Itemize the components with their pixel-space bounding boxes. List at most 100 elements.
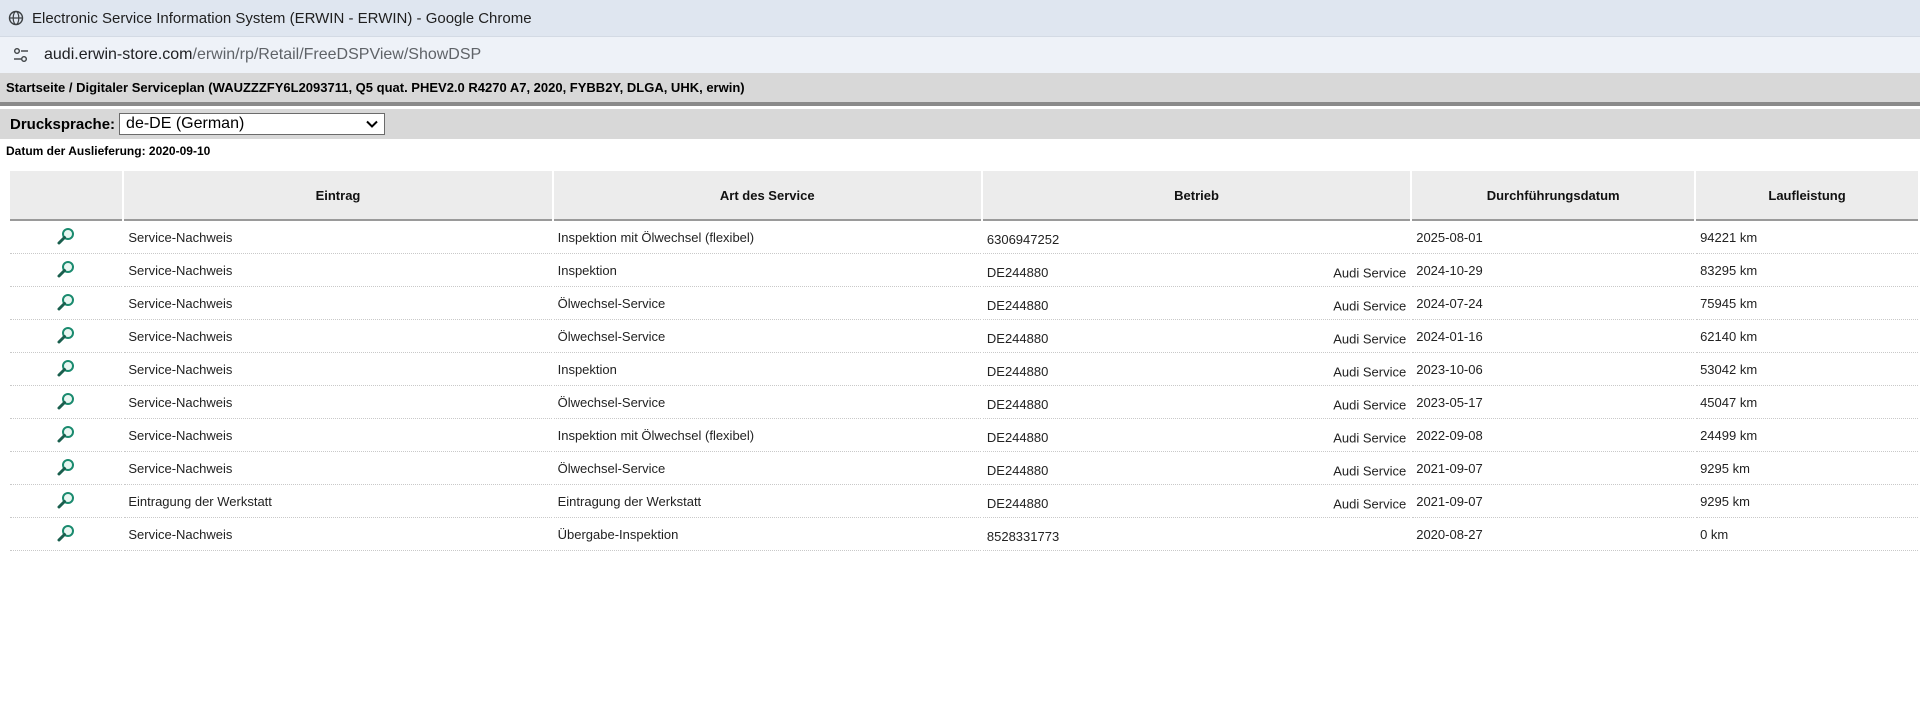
workshop-cell: DE244880 Audi Service	[982, 485, 1411, 518]
details-cell	[10, 485, 123, 518]
service-type-cell: Inspektion	[553, 353, 981, 386]
magnifier-icon[interactable]	[56, 292, 76, 312]
mileage-text: 75945 km	[1700, 295, 1758, 311]
entry-cell: Service-Nachweis	[124, 353, 552, 386]
address-bar[interactable]: audi.erwin-store.com/erwin/rp/Retail/Fre…	[0, 37, 1920, 73]
service-type-cell: Ölwechsel-Service	[553, 320, 981, 353]
workshop-name: Audi Service	[1333, 298, 1407, 314]
workshop-name: Audi Service	[1333, 364, 1407, 380]
table-row: Service-Nachweis Übergabe-Inspektion 852…	[10, 518, 1918, 551]
table-header-row: Eintrag Art des Service Betrieb Durchfüh…	[10, 171, 1918, 221]
workshop-name: Audi Service	[1333, 265, 1407, 281]
service-type-cell: Ölwechsel-Service	[553, 386, 981, 419]
service-type-text: Inspektion mit Ölwechsel (flexibel)	[557, 427, 755, 443]
date-text: 2021-09-07	[1416, 460, 1483, 476]
magnifier-icon[interactable]	[56, 523, 76, 543]
entry-text: Service-Nachweis	[128, 394, 233, 410]
mileage-text: 0 km	[1700, 526, 1729, 542]
workshop-cell: 6306947252	[982, 221, 1411, 254]
entry-cell: Service-Nachweis	[124, 386, 552, 419]
workshop-cell: DE244880 Audi Service	[982, 353, 1411, 386]
date-cell: 2022-09-08	[1412, 419, 1695, 452]
workshop-name: Audi Service	[1333, 496, 1407, 512]
mileage-cell: 24499 km	[1696, 419, 1918, 452]
mileage-cell: 53042 km	[1696, 353, 1918, 386]
magnifier-icon[interactable]	[56, 325, 76, 345]
entry-text: Service-Nachweis	[128, 427, 233, 443]
workshop-cell: DE244880 Audi Service	[982, 287, 1411, 320]
mileage-text: 53042 km	[1700, 361, 1758, 377]
magnifier-icon[interactable]	[56, 358, 76, 378]
header-entry[interactable]: Eintrag	[124, 171, 552, 221]
header-mileage[interactable]: Laufleistung	[1696, 171, 1918, 221]
workshop-code: DE244880	[986, 462, 1049, 478]
service-type-cell: Ölwechsel-Service	[553, 452, 981, 485]
mileage-text: 94221 km	[1700, 229, 1758, 245]
service-type-text: Ölwechsel-Service	[557, 295, 666, 311]
entry-cell: Service-Nachweis	[124, 452, 552, 485]
header-service-type[interactable]: Art des Service	[553, 171, 981, 221]
magnifier-icon[interactable]	[56, 391, 76, 411]
language-label: Drucksprache:	[10, 115, 116, 133]
url-host[interactable]: audi.erwin-store.com	[44, 46, 193, 64]
date-text: 2021-09-07	[1416, 493, 1483, 509]
header-date[interactable]: Durchführungsdatum	[1412, 171, 1695, 221]
date-cell: 2023-10-06	[1412, 353, 1695, 386]
language-select[interactable]: de-DE (German)	[119, 113, 386, 135]
mileage-cell: 45047 km	[1696, 386, 1918, 419]
table-row: Service-Nachweis Inspektion DE244880 Audi…	[10, 254, 1918, 287]
entry-text: Service-Nachweis	[128, 295, 233, 311]
service-type-text: Ölwechsel-Service	[557, 328, 666, 344]
date-cell: 2024-10-29	[1412, 254, 1695, 287]
workshop-name: Audi Service	[1333, 331, 1407, 347]
workshop-cell: DE244880 Audi Service	[982, 419, 1411, 452]
details-cell	[10, 287, 123, 320]
mileage-text: 24499 km	[1700, 427, 1758, 443]
magnifier-icon[interactable]	[56, 457, 76, 477]
details-cell	[10, 353, 123, 386]
window-title: Electronic Service Information System (E…	[32, 9, 532, 27]
language-bar: Drucksprache: de-DE (German)	[0, 109, 1920, 139]
workshop-cell: DE244880 Audi Service	[982, 452, 1411, 485]
mileage-cell: 0 km	[1696, 518, 1918, 551]
date-text: 2025-08-01	[1416, 229, 1483, 245]
workshop-code: DE244880	[986, 396, 1049, 412]
entry-text: Service-Nachweis	[128, 460, 233, 476]
entry-cell: Service-Nachweis	[124, 320, 552, 353]
magnifier-icon[interactable]	[56, 424, 76, 444]
magnifier-icon[interactable]	[56, 490, 76, 510]
service-type-cell: Ölwechsel-Service	[553, 287, 981, 320]
workshop-code: DE244880	[986, 495, 1049, 511]
entry-cell: Service-Nachweis	[124, 254, 552, 287]
service-type-text: Inspektion mit Ölwechsel (flexibel)	[557, 229, 755, 245]
mileage-cell: 94221 km	[1696, 221, 1918, 254]
mileage-text: 83295 km	[1700, 262, 1758, 278]
details-cell	[10, 452, 123, 485]
date-text: 2023-05-17	[1416, 394, 1483, 410]
magnifier-icon[interactable]	[56, 226, 76, 246]
header-workshop[interactable]: Betrieb	[982, 171, 1411, 221]
url-path[interactable]: /erwin/rp/Retail/FreeDSPView/ShowDSP	[193, 46, 482, 64]
date-text: 2024-01-16	[1416, 328, 1483, 344]
mileage-cell: 9295 km	[1696, 485, 1918, 518]
workshop-code: 8528331773	[986, 528, 1060, 544]
table-row: Eintragung der Werkstatt Eintragung der …	[10, 485, 1918, 518]
service-type-text: Inspektion	[557, 361, 617, 377]
service-type-cell: Eintragung der Werkstatt	[553, 485, 981, 518]
workshop-code: DE244880	[986, 297, 1049, 313]
workshop-code: DE244880	[986, 429, 1049, 445]
details-cell	[10, 419, 123, 452]
magnifier-icon[interactable]	[56, 259, 76, 279]
breadcrumb: Startseite / Digitaler Serviceplan (WAUZ…	[0, 73, 1920, 106]
date-cell: 2021-09-07	[1412, 485, 1695, 518]
mileage-text: 9295 km	[1700, 460, 1750, 476]
date-text: 2020-08-27	[1416, 526, 1483, 542]
mileage-cell: 75945 km	[1696, 287, 1918, 320]
workshop-name: Audi Service	[1333, 463, 1407, 479]
mileage-text: 45047 km	[1700, 394, 1758, 410]
details-cell	[10, 518, 123, 551]
date-cell: 2025-08-01	[1412, 221, 1695, 254]
entry-text: Service-Nachweis	[128, 262, 233, 278]
entry-text: Eintragung der Werkstatt	[128, 493, 272, 509]
site-settings-icon[interactable]	[12, 46, 30, 64]
